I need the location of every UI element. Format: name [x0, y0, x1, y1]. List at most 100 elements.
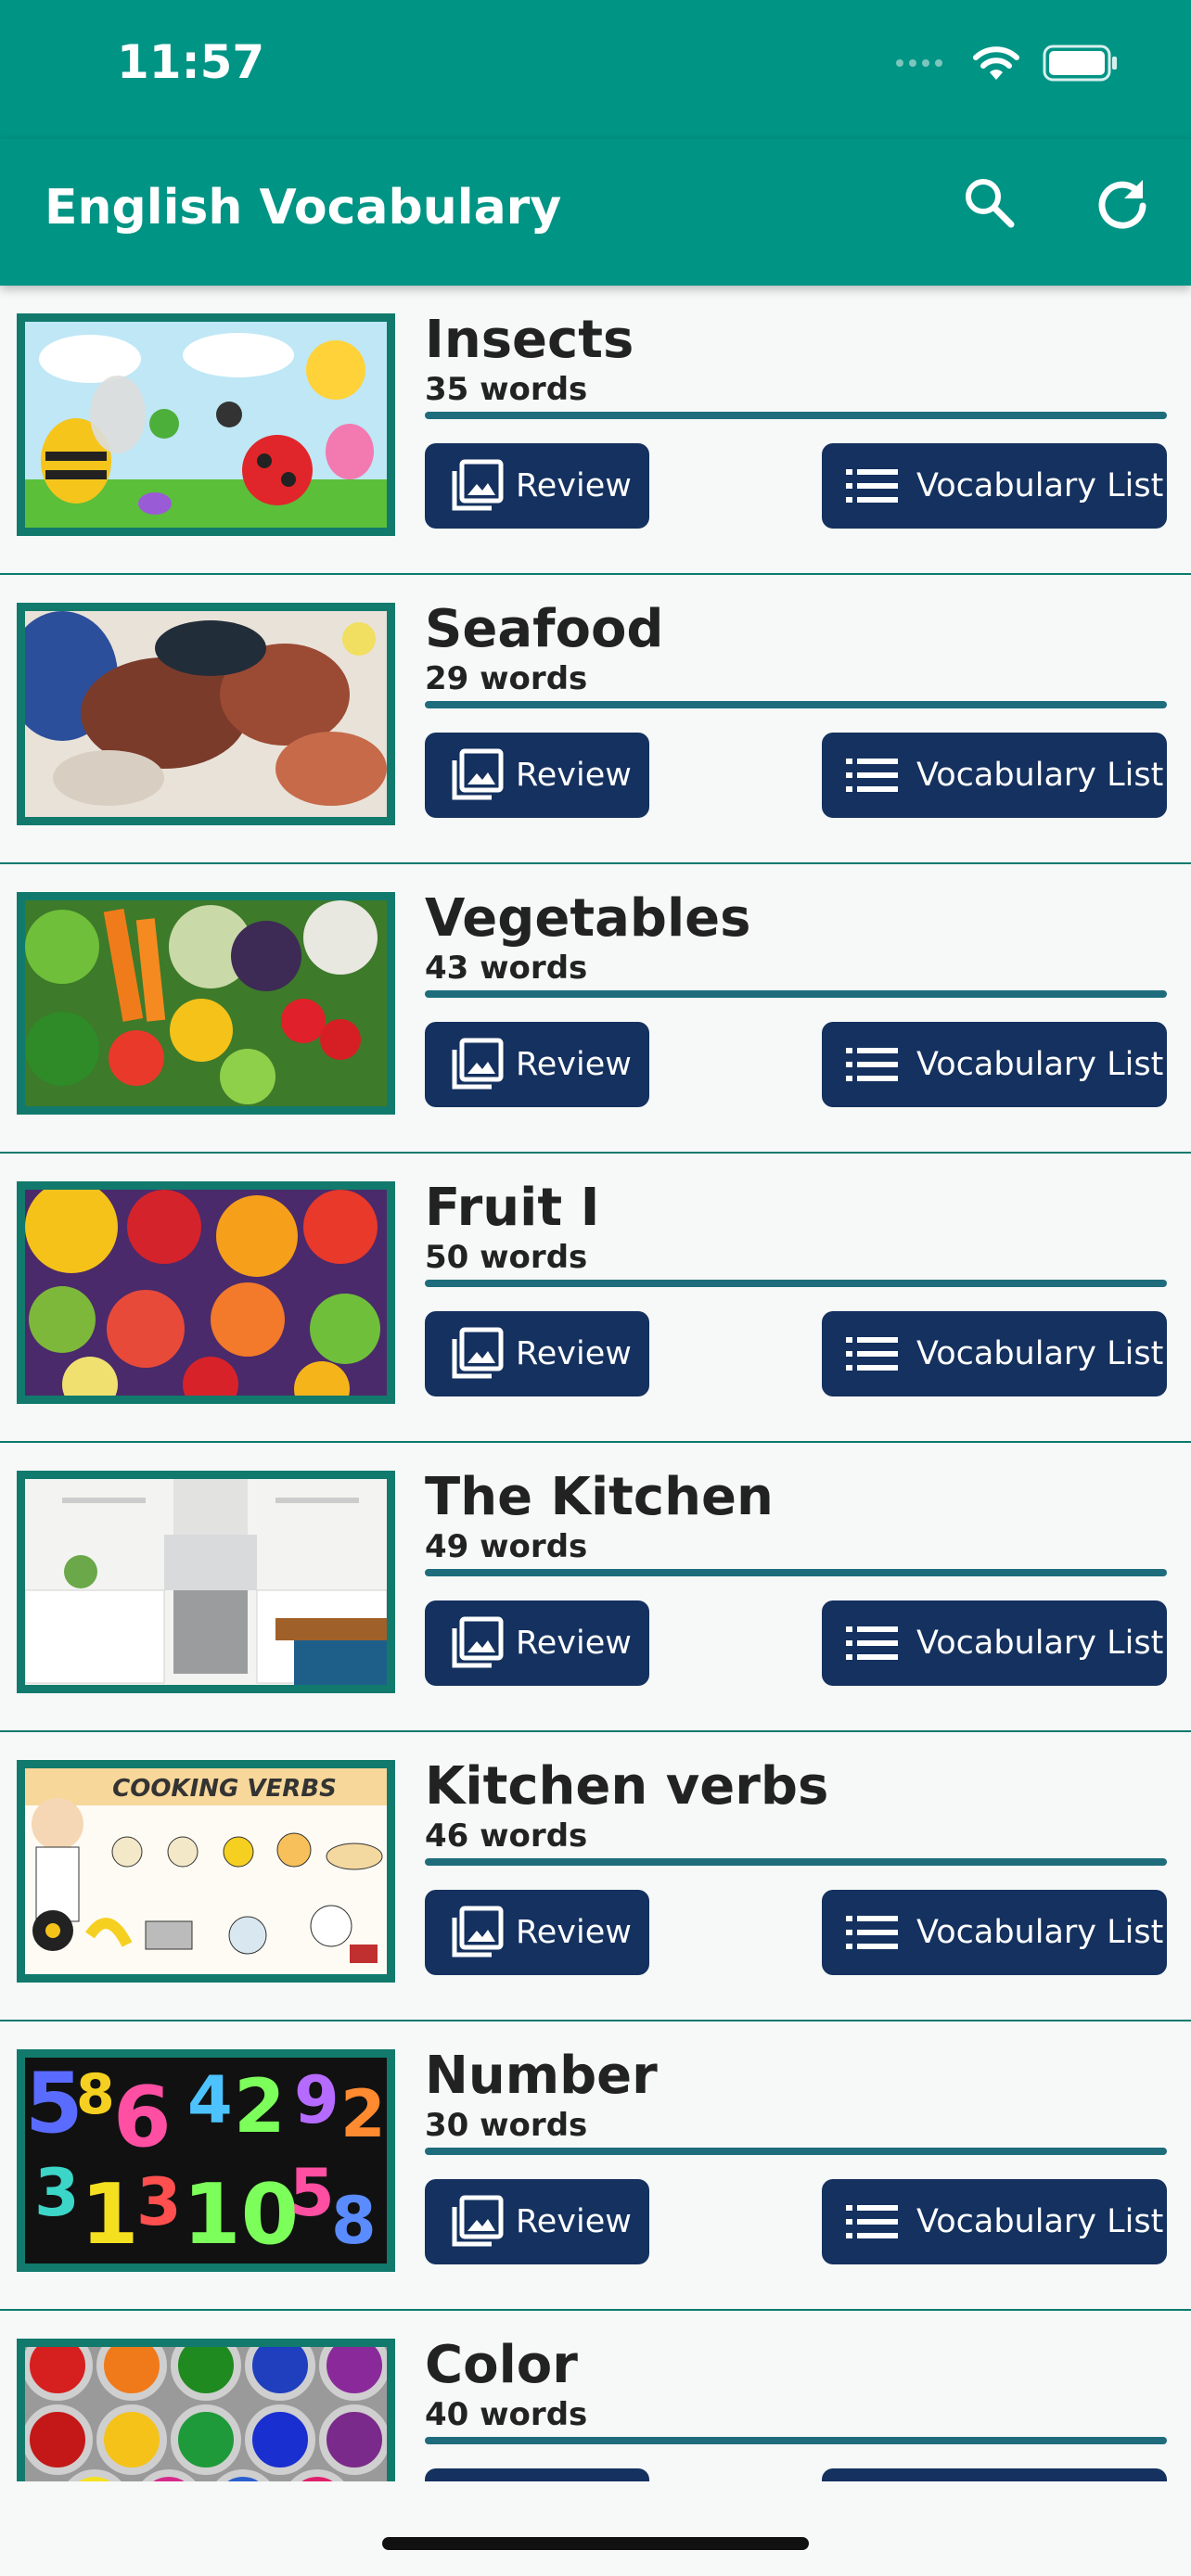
- progress-bar: [425, 701, 1167, 708]
- review-button-label: Review: [516, 1046, 632, 1083]
- svg-text:1: 1: [81, 2166, 139, 2264]
- vocabulary-list-button-label: Vocabulary List: [916, 1914, 1164, 1951]
- review-button-label: Review: [516, 467, 632, 504]
- topic-row[interactable]: Vegetables 43 words Review Vocabulary Li…: [0, 864, 1191, 1154]
- status-time: 11:57: [117, 35, 265, 89]
- vocabulary-list-button[interactable]: Vocabulary List: [822, 1890, 1167, 1975]
- review-button[interactable]: Review: [425, 1311, 649, 1396]
- progress-fill: [425, 701, 1167, 708]
- svg-text:8: 8: [331, 2183, 377, 2259]
- cellular-signal-icon: [894, 57, 950, 74]
- word-count: 29 words: [425, 660, 588, 697]
- list-icon: [846, 2205, 898, 2238]
- word-count: 40 words: [425, 2396, 588, 2433]
- topic-row[interactable]: Seafood 29 words Review Vocabulary List: [0, 575, 1191, 864]
- svg-text:3: 3: [34, 2155, 80, 2231]
- topic-thumbnail[interactable]: [17, 1181, 395, 1404]
- svg-text:3: 3: [136, 2164, 182, 2240]
- vocabulary-list-button-label: Vocabulary List: [916, 467, 1164, 504]
- svg-text:5: 5: [25, 2058, 83, 2152]
- progress-bar: [425, 2148, 1167, 2155]
- review-button[interactable]: Review: [425, 2179, 649, 2264]
- topic-thumbnail[interactable]: [17, 313, 395, 536]
- vocabulary-list-button-label: Vocabulary List: [916, 1625, 1164, 1662]
- topic-title: Seafood: [425, 599, 664, 659]
- review-button-label: Review: [516, 2203, 632, 2240]
- vocabulary-list-button-label: Vocabulary List: [916, 1046, 1164, 1083]
- progress-bar: [425, 1280, 1167, 1287]
- topic-title: Insects: [425, 310, 634, 370]
- topic-row[interactable]: Fruit I 50 words Review Vocabulary List: [0, 1154, 1191, 1443]
- topic-row[interactable]: 5 8 6 4 2 9 2 3 1 3 10 5 8 Number 30 wor…: [0, 2021, 1191, 2311]
- vocabulary-list-button[interactable]: Vocabulary List: [822, 1311, 1167, 1396]
- battery-icon: [1043, 45, 1119, 86]
- progress-fill: [425, 2148, 1167, 2155]
- progress-bar: [425, 2437, 1167, 2444]
- list-icon: [846, 1337, 898, 1371]
- vocabulary-list-button[interactable]: Vocabulary List: [822, 2468, 1167, 2481]
- review-button[interactable]: Review: [425, 1600, 649, 1686]
- status-bar: 11:57: [0, 0, 1191, 139]
- progress-fill: [425, 1569, 1167, 1576]
- progress-bar: [425, 1858, 1167, 1866]
- vocabulary-list-button[interactable]: Vocabulary List: [822, 1600, 1167, 1686]
- topic-list[interactable]: Insects 35 words Review Vocabulary List …: [0, 286, 1191, 2481]
- status-icons: [894, 45, 1119, 85]
- topic-title: Number: [425, 2046, 658, 2106]
- review-button[interactable]: Review: [425, 443, 649, 529]
- vocabulary-list-button[interactable]: Vocabulary List: [822, 733, 1167, 818]
- topic-row[interactable]: The Kitchen 49 words Review Vocabulary L…: [0, 1443, 1191, 1732]
- refresh-button[interactable]: [1087, 167, 1158, 237]
- photo-library-icon: [452, 459, 504, 511]
- progress-bar: [425, 412, 1167, 419]
- photo-library-icon: [452, 748, 504, 800]
- search-button[interactable]: [954, 167, 1024, 237]
- svg-text:COOKING VERBS: COOKING VERBS: [112, 1775, 337, 1803]
- svg-text:5: 5: [289, 2155, 335, 2231]
- word-count: 43 words: [425, 950, 588, 987]
- topic-thumbnail[interactable]: [17, 1471, 395, 1693]
- progress-bar: [425, 1569, 1167, 1576]
- refresh-icon: [1098, 180, 1146, 229]
- vocabulary-list-button-label: Vocabulary List: [916, 757, 1164, 794]
- progress-fill: [425, 1858, 1167, 1866]
- topic-thumbnail[interactable]: COOKING VERBS: [17, 1760, 395, 1983]
- photo-library-icon: [452, 1038, 504, 1090]
- topic-title: Kitchen verbs: [425, 1756, 829, 1817]
- svg-text:9: 9: [294, 2062, 339, 2138]
- review-button[interactable]: Review: [425, 733, 649, 818]
- svg-text:2: 2: [340, 2076, 386, 2152]
- svg-text:8: 8: [76, 2062, 115, 2127]
- home-indicator[interactable]: [382, 2537, 809, 2550]
- list-icon: [846, 1916, 898, 1949]
- topic-thumbnail[interactable]: [17, 603, 395, 825]
- word-count: 30 words: [425, 2107, 588, 2144]
- topic-title: Vegetables: [425, 888, 751, 949]
- topic-thumbnail[interactable]: [17, 2339, 395, 2481]
- topic-thumbnail[interactable]: 5 8 6 4 2 9 2 3 1 3 10 5 8: [17, 2049, 395, 2272]
- review-button-label: Review: [516, 757, 632, 794]
- topic-row[interactable]: COOKING VERBS Kitchen verbs 46 words Rev…: [0, 1732, 1191, 2021]
- review-button-label: Review: [516, 1335, 632, 1372]
- word-count: 49 words: [425, 1528, 588, 1565]
- progress-fill: [425, 1280, 1167, 1287]
- review-button[interactable]: Review: [425, 1890, 649, 1975]
- topic-row[interactable]: Insects 35 words Review Vocabulary List: [0, 286, 1191, 575]
- list-icon: [846, 1048, 898, 1081]
- vocabulary-list-button-label: Vocabulary List: [916, 1335, 1164, 1372]
- list-icon: [846, 1626, 898, 1660]
- topic-thumbnail[interactable]: [17, 892, 395, 1115]
- vocabulary-list-button[interactable]: Vocabulary List: [822, 2179, 1167, 2264]
- topic-row[interactable]: Color 40 words Review Vocabulary List: [0, 2311, 1191, 2481]
- review-button[interactable]: Review: [425, 1022, 649, 1107]
- review-button[interactable]: Review: [425, 2468, 649, 2481]
- progress-fill: [425, 990, 1167, 998]
- topic-title: Color: [425, 2335, 578, 2395]
- vocabulary-list-button-label: Vocabulary List: [916, 2203, 1164, 2240]
- topic-title: The Kitchen: [425, 1467, 774, 1527]
- list-icon: [846, 469, 898, 503]
- vocabulary-list-button[interactable]: Vocabulary List: [822, 443, 1167, 529]
- vocabulary-list-button[interactable]: Vocabulary List: [822, 1022, 1167, 1107]
- word-count: 50 words: [425, 1239, 588, 1276]
- progress-fill: [425, 2437, 1167, 2444]
